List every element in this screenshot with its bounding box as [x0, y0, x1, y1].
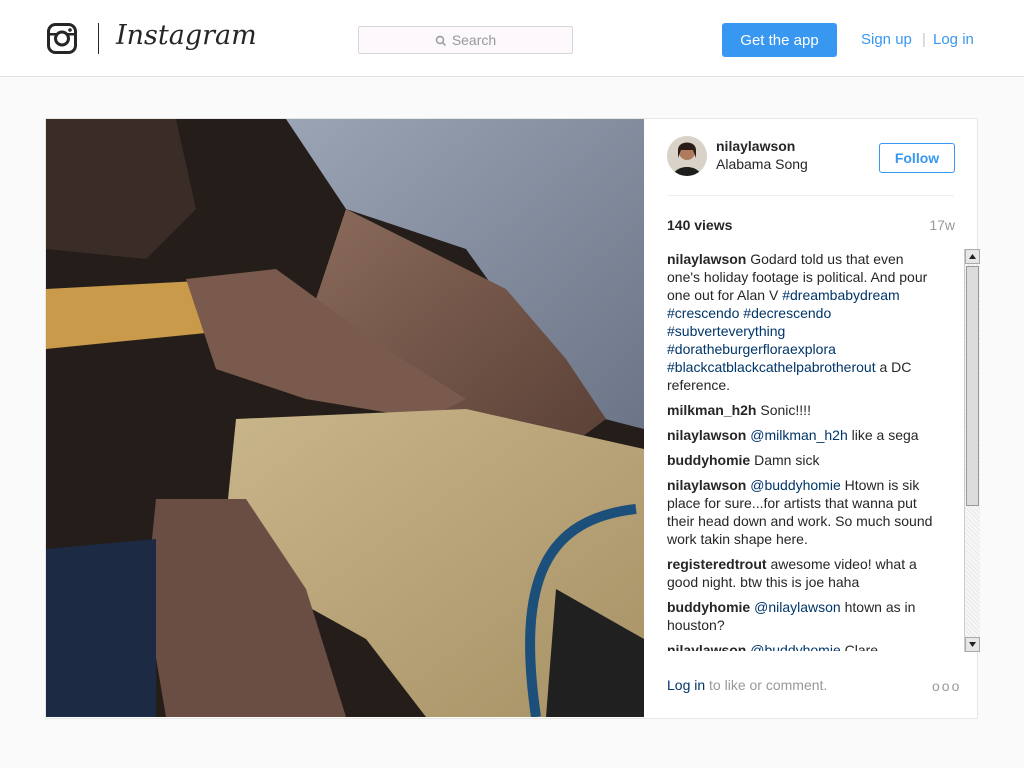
- post-timestamp[interactable]: 17w: [929, 217, 955, 233]
- auth-separator: |: [922, 31, 926, 48]
- comment-item: registeredtrout awesome video! what a go…: [667, 555, 937, 591]
- comment-text: Clare: [840, 642, 879, 651]
- comments: nilaylawson Godard told us that even one…: [667, 250, 937, 651]
- mention-link[interactable]: @milkman_h2h: [750, 427, 847, 443]
- comments-list: nilaylawson Godard told us that even one…: [667, 250, 979, 651]
- author-username[interactable]: nilaylawson: [716, 138, 795, 154]
- post-header: nilaylawson Alabama Song Follow: [667, 136, 955, 196]
- hashtag-link[interactable]: #crescendo: [667, 305, 739, 321]
- comment-username[interactable]: nilaylawson: [667, 427, 746, 443]
- post-video[interactable]: [46, 119, 644, 717]
- post-location[interactable]: Alabama Song: [716, 156, 808, 172]
- comment-text: Damn sick: [754, 452, 820, 468]
- sign-up-link[interactable]: Sign up: [861, 31, 912, 48]
- comment-text: Sonic!!!!: [760, 402, 811, 418]
- comment-item: nilaylawson @buddyhomie Clare: [667, 641, 937, 651]
- more-options-icon[interactable]: ooo: [932, 678, 961, 694]
- scroll-up-button[interactable]: [965, 249, 980, 264]
- mention-link[interactable]: @buddyhomie: [750, 642, 841, 651]
- comment-username[interactable]: nilaylawson: [667, 251, 746, 267]
- comment-item: milkman_h2h Sonic!!!!: [667, 401, 937, 419]
- instagram-glyph-icon[interactable]: [47, 23, 77, 54]
- mention-link[interactable]: @buddyhomie: [750, 477, 841, 493]
- comment-item: buddyhomie Damn sick: [667, 451, 937, 469]
- post-sidebar: nilaylawson Alabama Song Follow 140 view…: [644, 119, 980, 718]
- comment-username[interactable]: buddyhomie: [667, 599, 750, 615]
- comment-item: buddyhomie @nilaylawson htown as in hous…: [667, 598, 937, 634]
- comment-item: nilaylawson @milkman_h2h like a sega: [667, 426, 937, 444]
- search-icon: [435, 34, 447, 47]
- login-prompt: Log in to like or comment.: [667, 677, 827, 693]
- comment-item: nilaylawson Godard told us that even one…: [667, 250, 937, 394]
- comment-text: like a sega: [847, 427, 919, 443]
- instagram-wordmark[interactable]: Instagram: [116, 20, 257, 51]
- hashtag-link[interactable]: #subverteverything: [667, 323, 785, 339]
- comment-username[interactable]: registeredtrout: [667, 556, 767, 572]
- scroll-thumb[interactable]: [966, 266, 979, 506]
- comment-item: nilaylawson @buddyhomie Htown is sik pla…: [667, 476, 937, 548]
- comments-scrollbar[interactable]: [964, 249, 980, 652]
- post-card: nilaylawson Alabama Song Follow 140 view…: [45, 118, 980, 719]
- hashtag-link[interactable]: #doratheburgerfloraexplora: [667, 341, 836, 357]
- comment-username[interactable]: milkman_h2h: [667, 402, 756, 418]
- search-input[interactable]: Search: [358, 26, 573, 54]
- search-placeholder: Search: [451, 32, 497, 48]
- hashtag-link[interactable]: #dreambabydream: [782, 287, 900, 303]
- follow-button[interactable]: Follow: [879, 143, 955, 173]
- log-in-link[interactable]: Log in: [933, 31, 974, 48]
- comment-username[interactable]: buddyhomie: [667, 452, 750, 468]
- arrow-up-icon: [969, 254, 976, 259]
- hashtag-link[interactable]: #blackcatblackcathelpabrotherout: [667, 359, 876, 375]
- logo-divider: [98, 23, 99, 54]
- login-prompt-text: to like or comment.: [705, 677, 828, 693]
- view-count[interactable]: 140 views: [667, 217, 732, 233]
- arrow-down-icon: [969, 642, 976, 647]
- get-the-app-button[interactable]: Get the app: [722, 23, 837, 57]
- scroll-down-button[interactable]: [965, 637, 980, 652]
- comment-username[interactable]: nilaylawson: [667, 477, 746, 493]
- login-link[interactable]: Log in: [667, 677, 705, 693]
- avatar[interactable]: [667, 136, 707, 176]
- comment-username[interactable]: nilaylawson: [667, 642, 746, 651]
- hashtag-link[interactable]: #decrescendo: [743, 305, 831, 321]
- top-nav: Instagram Search Get the app Sign up | L…: [0, 0, 1024, 77]
- mention-link[interactable]: @nilaylawson: [754, 599, 841, 615]
